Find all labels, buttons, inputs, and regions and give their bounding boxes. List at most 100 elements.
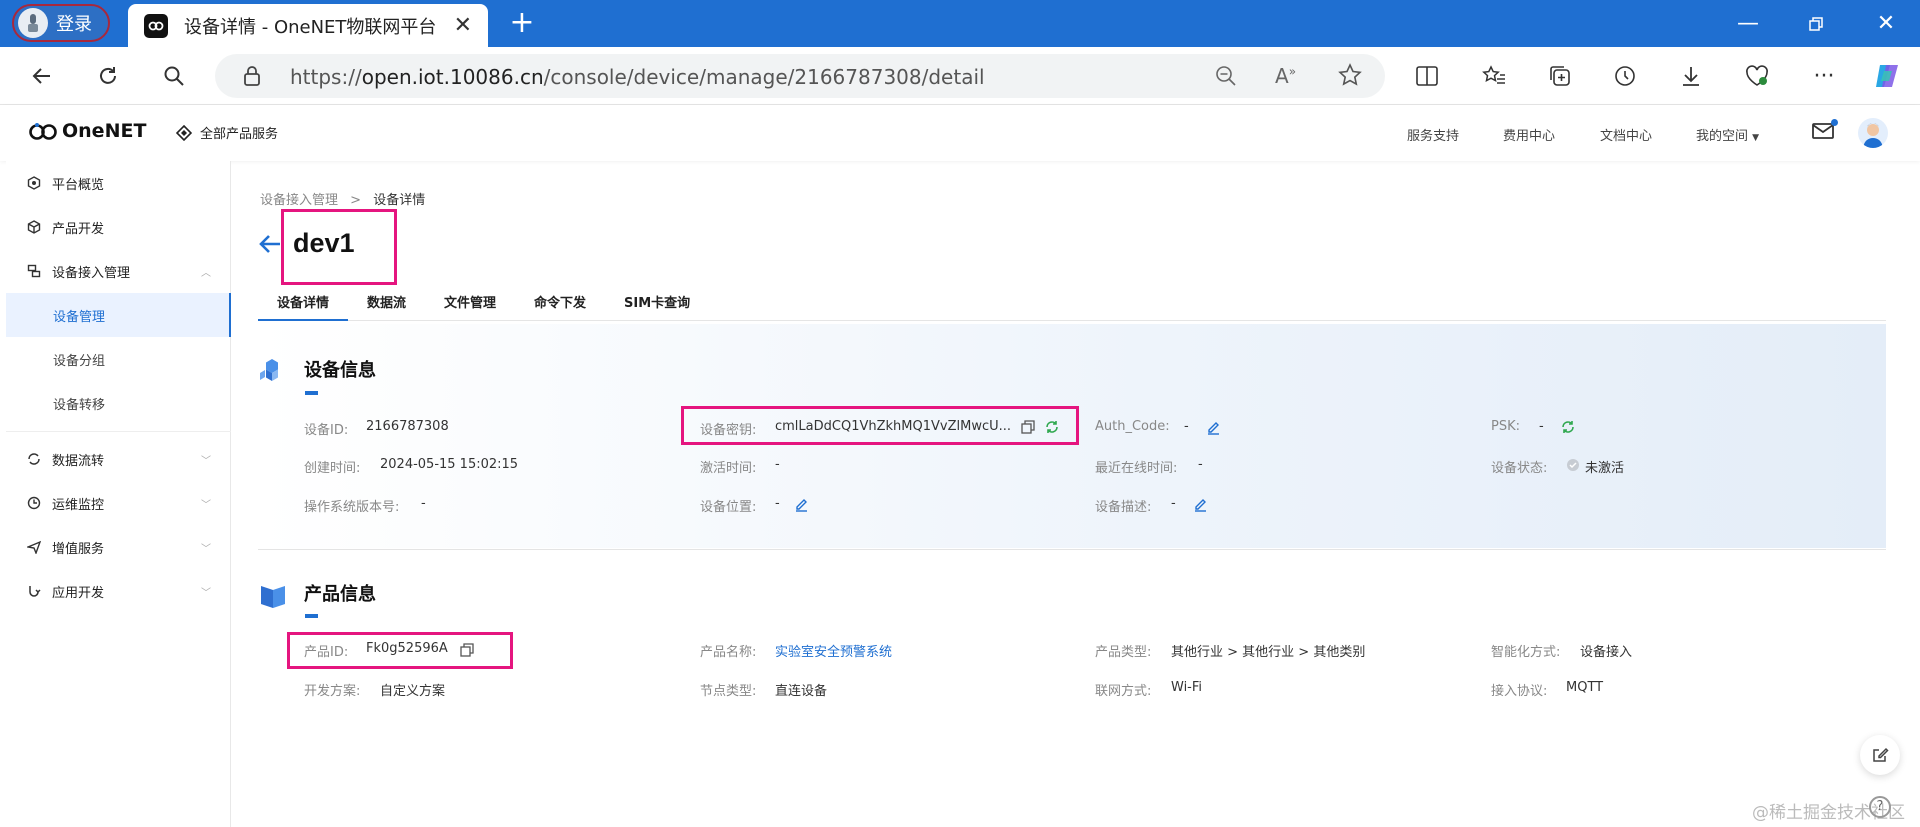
sidebar-item-label: 运维监控 [52,497,105,513]
os-version-value: - [421,496,426,511]
activated-time-value: - [775,457,780,472]
detail-tabs: 设备详情 数据流 文件管理 命令下发 SIM卡查询 [258,288,1886,321]
regenerate-psk-icon[interactable] [1560,419,1576,435]
sidebar-subitem-device-group[interactable]: 设备分组 [6,337,231,381]
tab-datastream[interactable]: 数据流 [367,292,406,321]
psk-value: - [1539,419,1544,434]
more-icon[interactable]: ··· [1807,59,1841,93]
section-underline [305,614,318,618]
onenet-favicon-icon [144,13,168,38]
address-bar[interactable]: https://open.iot.10086.cn/console/device… [215,54,1385,98]
url-host: open.iot.10086.cn [361,65,544,89]
auth-code-label: Auth_Code: [1095,419,1170,434]
breadcrumb-current: 设备详情 [373,193,426,208]
created-time-label: 创建时间: [304,461,361,476]
edit-note-icon [1873,747,1889,762]
restore-icon[interactable] [1786,0,1846,47]
sidebar-item-ops-monitor[interactable]: 运维监控 ﹀ [6,481,231,525]
product-name-link[interactable]: 实验室安全预警系统 [775,641,892,660]
logo-text: OneNET [62,120,147,142]
app-header: OneNET 全部产品服务 服务支持 费用中心 文档中心 我的空间 ▼ [0,105,1920,161]
last-online-label: 最近在线时间: [1095,461,1178,476]
tab-file-manage[interactable]: 文件管理 [444,292,496,321]
split-screen-icon[interactable] [1410,59,1444,93]
minimize-icon[interactable]: — [1718,0,1778,47]
network-label: 联网方式: [1095,684,1152,699]
login-label: 登录 [56,14,92,35]
caret-down-icon: ▼ [1752,133,1760,143]
network-value: Wi-Fi [1171,680,1203,695]
feedback-edit-button[interactable] [1860,735,1900,775]
sidebar-item-device-access[interactable]: 设备接入管理 ︿ [6,249,231,293]
cube-icon [26,219,42,235]
url-text: https://open.iot.10086.cn/console/device… [290,65,985,89]
edit-icon[interactable] [794,497,809,512]
auth-code-value: - [1184,419,1189,434]
profile-login-button[interactable]: 登录 [12,4,110,42]
billing-center-link[interactable]: 费用中心 [1503,125,1555,144]
tab-device-detail[interactable]: 设备详情 [258,292,348,321]
help-icon[interactable]: ? [1869,796,1891,818]
favorites-icon[interactable] [1477,59,1511,93]
activated-time-label: 激活时间: [700,461,757,476]
lock-icon[interactable] [243,66,261,90]
notification-dot [1831,119,1838,126]
read-aloud-icon[interactable]: A» [1275,64,1296,88]
browser-tab[interactable]: 设备详情 - OneNET物联网平台 ✕ [128,4,488,47]
window-close-icon[interactable]: ✕ [1856,0,1916,47]
device-id-value: 2166787308 [366,419,449,434]
sidebar-item-label: 设备接入管理 [52,265,131,281]
docs-center-link[interactable]: 文档中心 [1600,125,1652,144]
product-type-value: 其他行业 > 其他行业 > 其他类别 [1171,645,1366,660]
sidebar-subitem-device-manage[interactable]: 设备管理 [6,293,231,337]
chevron-down-icon: ﹀ [201,455,211,467]
back-arrow-icon[interactable] [258,232,282,260]
tab-command[interactable]: 命令下发 [534,292,586,321]
sidebar-item-value-added[interactable]: 增值服务 ﹀ [6,525,231,569]
mail-icon[interactable] [1812,119,1838,144]
breadcrumb-parent[interactable]: 设备接入管理 [260,193,338,208]
product-type-label: 产品类型: [1095,645,1152,660]
edit-icon[interactable] [1193,497,1208,512]
highlight-box-device-name [281,209,397,285]
copilot-icon[interactable] [1870,59,1904,93]
sidebar-item-label: 数据流转 [52,453,105,469]
user-avatar[interactable] [1858,118,1888,148]
browser-essentials-icon[interactable] [1740,59,1774,93]
all-products-menu[interactable]: 全部产品服务 [176,123,278,142]
refresh-icon[interactable] [91,59,125,93]
download-icon[interactable] [1674,59,1708,93]
last-online-value: - [1198,457,1203,472]
breadcrumb-separator: > [350,193,362,208]
node-type-label: 节点类型: [700,684,757,699]
product-name-label: 产品名称: [700,645,757,660]
search-icon[interactable] [157,59,191,93]
history-icon[interactable] [1608,59,1642,93]
collections-icon[interactable] [1543,59,1577,93]
chevron-down-icon: ﹀ [201,543,211,555]
tab-sim-query[interactable]: SIM卡查询 [624,292,690,321]
tab-close-icon[interactable]: ✕ [454,13,472,38]
protocol-label: 接入协议: [1491,684,1548,699]
smart-mode-value: 设备接入 [1580,645,1633,660]
favorite-star-icon[interactable] [1338,63,1362,91]
zoom-out-icon[interactable] [1215,65,1237,91]
new-tab-icon[interactable]: + [505,6,539,40]
sidebar-item-data-flow[interactable]: 数据流转 ﹀ [6,437,231,481]
device-location-value: - [775,496,780,511]
created-time-value: 2024-05-15 15:02:15 [380,457,519,472]
my-space-menu[interactable]: 我的空间 ▼ [1696,125,1759,144]
service-support-link[interactable]: 服务支持 [1407,125,1459,144]
edit-icon[interactable] [1206,420,1221,435]
sidebar-item-app-dev[interactable]: 应用开发 ﹀ [6,569,231,613]
sidebar-item-product-dev[interactable]: 产品开发 [6,205,231,249]
back-icon[interactable] [25,59,59,93]
product-info-box-icon [258,581,288,609]
monitor-icon [26,495,42,511]
sidebar-item-overview[interactable]: 平台概览 [6,161,231,205]
highlight-box-device-key [681,406,1079,445]
sidebar: 平台概览 产品开发 设备接入管理 ︿ 设备管理 设备分组 设备转移 数据流转 ﹀… [6,161,231,827]
sidebar-subitem-device-transfer[interactable]: 设备转移 [6,381,231,425]
onenet-logo[interactable]: OneNET [28,120,146,142]
device-status-label: 设备状态: [1491,461,1548,476]
